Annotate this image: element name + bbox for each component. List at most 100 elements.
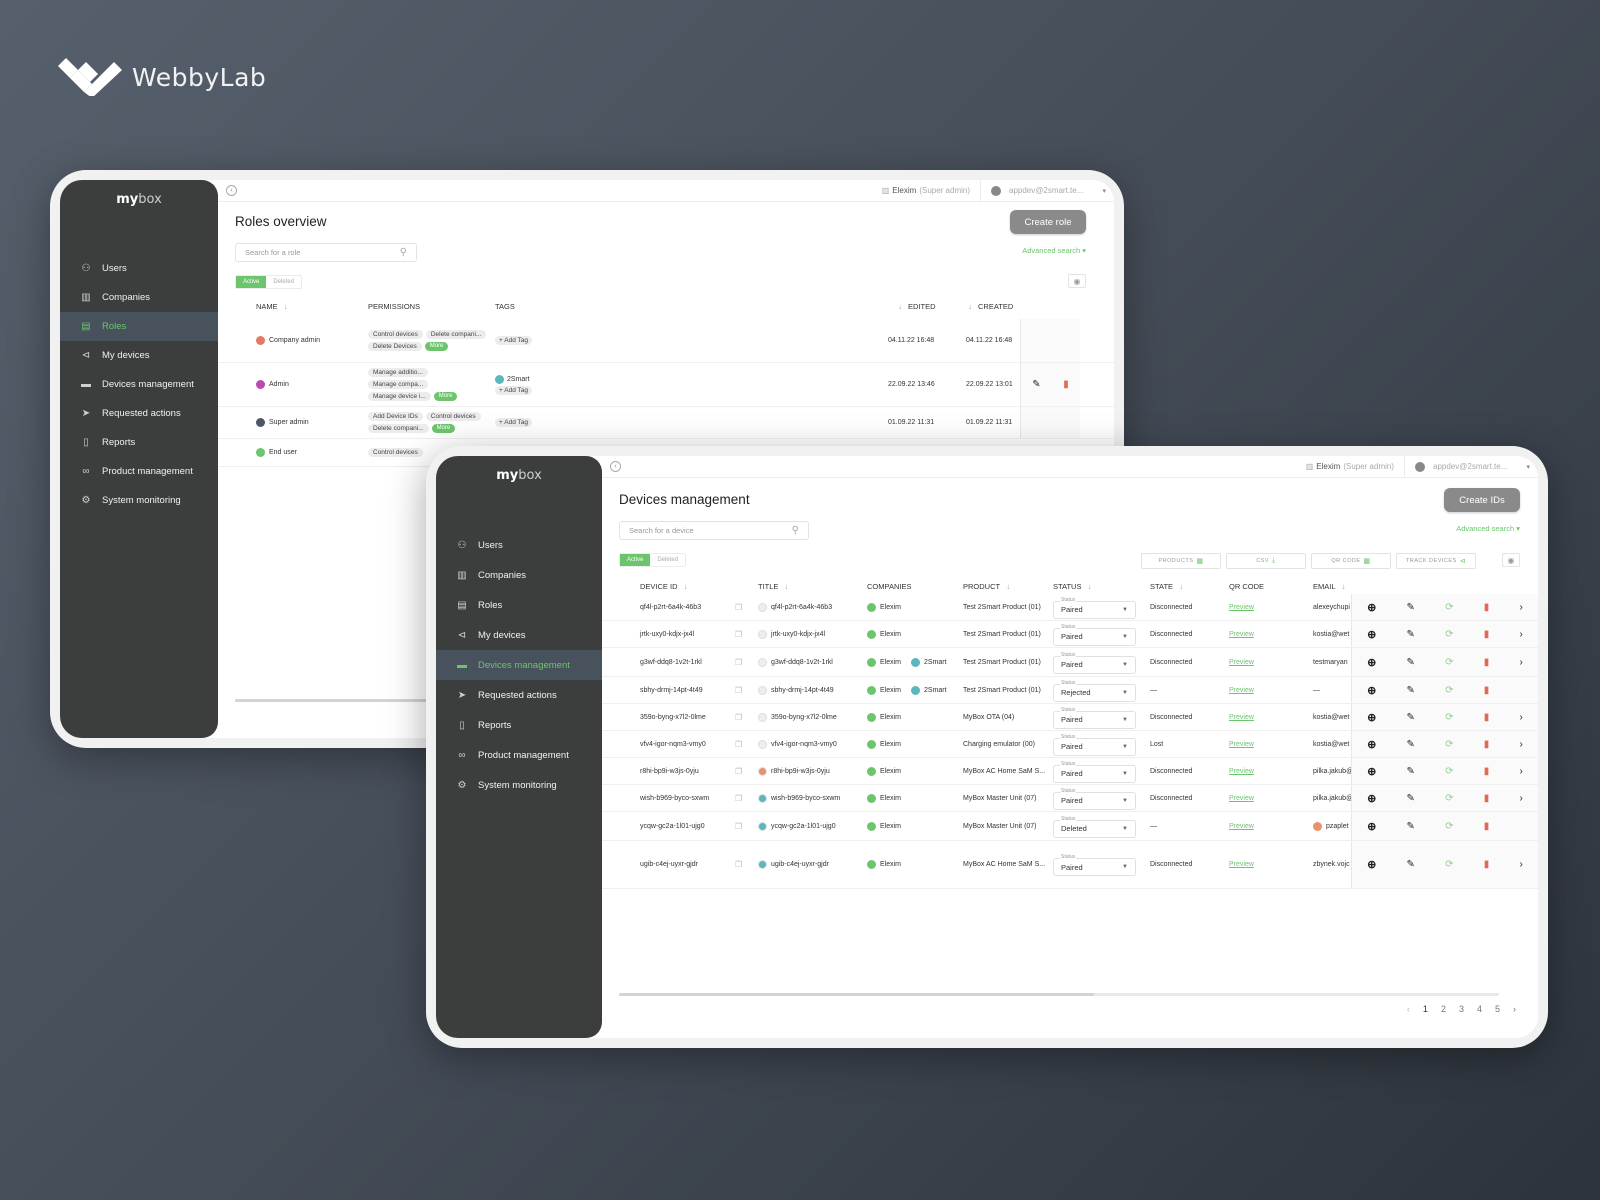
more-permissions-button[interactable]: More <box>433 392 458 401</box>
sidebar-item-roles[interactable]: ▤ Roles <box>60 312 218 341</box>
reset-device-icon[interactable]: ⟳ <box>1445 793 1453 804</box>
pagination-prev[interactable]: ‹ <box>1407 1004 1410 1014</box>
tab-active[interactable]: Active <box>620 554 651 566</box>
sidebar-item-my-devices[interactable]: ⊲ My devices <box>60 341 218 370</box>
qr-preview-link[interactable]: Preview <box>1229 648 1254 676</box>
status-select[interactable]: Status Rejected ▼ <box>1053 679 1136 702</box>
edit-icon[interactable]: ✎ <box>1407 821 1415 832</box>
table-row[interactable]: ugib-c4ej-uyxr-gjdr ❐ ugib-c4ej-uyxr-gjdr E… <box>602 841 1538 889</box>
view-details-icon[interactable]: ⊕ <box>1367 684 1376 697</box>
status-select[interactable]: Status Paired ▼ <box>1053 596 1136 619</box>
qr-preview-link[interactable]: Preview <box>1229 621 1254 647</box>
chevron-right-icon[interactable]: › <box>1520 766 1523 777</box>
reset-device-icon[interactable]: ⟳ <box>1445 629 1453 640</box>
status-select[interactable]: Status Paired ▼ <box>1053 760 1136 783</box>
delete-icon[interactable]: ▮ <box>1484 793 1490 804</box>
chevron-right-icon[interactable]: › <box>1520 859 1523 870</box>
table-row[interactable]: ycqw-gc2a-1l01-ujg0 ❐ ycqw-gc2a-1l01-ujg0 E… <box>602 812 1538 841</box>
edit-icon[interactable]: ✎ <box>1407 657 1415 668</box>
status-select[interactable]: Status Paired ▼ <box>1053 854 1136 876</box>
sidebar-item-system-monitoring[interactable]: ⚙ System monitoring <box>436 770 602 800</box>
view-details-icon[interactable]: ⊕ <box>1367 656 1376 669</box>
table-row[interactable]: Company admin Control devices Delete compa… <box>218 319 1114 363</box>
company-switcher[interactable]: ▥ Elexim (Super admin) <box>1306 456 1405 477</box>
qr-preview-link[interactable]: Preview <box>1229 731 1254 757</box>
horizontal-scrollbar[interactable] <box>619 993 1499 996</box>
table-row[interactable]: r8hi-bp9i-w3js-0yju ❐ r8hi-bp9i-w3js-0yju E… <box>602 758 1538 785</box>
copy-icon[interactable]: ❐ <box>735 677 742 703</box>
sidebar-item-devices-management[interactable]: ▬ Devices management <box>60 370 218 399</box>
table-row[interactable]: g3wf-ddq8-1v2t-1rkl ❐ g3wf-ddq8-1v2t-1rkl E… <box>602 648 1538 677</box>
delete-icon[interactable]: ▮ <box>1484 685 1490 696</box>
table-row[interactable]: qf4l-p2rt-6a4k-46b3 ❐ qf4l-p2rt-6a4k-46b3 E… <box>602 594 1538 621</box>
edit-icon[interactable]: ✎ <box>1407 766 1415 777</box>
view-details-icon[interactable]: ⊕ <box>1367 601 1376 614</box>
sidebar-item-product-management[interactable]: ∞ Product management <box>436 740 602 770</box>
delete-icon[interactable]: ▮ <box>1484 657 1490 668</box>
delete-icon[interactable]: ▮ <box>1484 602 1490 613</box>
column-header-state[interactable]: STATE ↓ <box>1150 582 1183 591</box>
table-row[interactable]: Super admin Add Device IDs Control devices… <box>218 407 1114 439</box>
preview-link[interactable]: Preview <box>1229 714 1254 721</box>
table-row[interactable]: vfv4-igor-nqm3-vmy0 ❐ vfv4-igor-nqm3-vmy0 E… <box>602 731 1538 758</box>
sidebar-item-my-devices[interactable]: ⊲ My devices <box>436 620 602 650</box>
column-header-device-id[interactable]: DEVICE ID ↓ <box>640 582 688 591</box>
column-visibility-button[interactable]: ◉ <box>1502 553 1520 567</box>
edit-icon[interactable]: ✎ <box>1407 602 1415 613</box>
edit-icon[interactable]: ✎ <box>1407 629 1415 640</box>
toolbar-qr-code-button[interactable]: QR CODE ▩ <box>1311 553 1391 569</box>
delete-icon[interactable]: ▮ <box>1484 712 1490 723</box>
table-row[interactable]: 359o-byng-x7l2-0lme ❐ 359o-byng-x7l2-0lme E… <box>602 704 1538 731</box>
chevron-right-icon[interactable]: › <box>1520 629 1523 640</box>
preview-link[interactable]: Preview <box>1229 861 1254 868</box>
pagination-page[interactable]: 5 <box>1495 1004 1500 1014</box>
column-header-edited[interactable]: ↓ EDITED <box>898 302 936 311</box>
table-row[interactable]: sbhy-drmj-14pt-4t49 ❐ sbhy-drmj-14pt-4t49 E… <box>602 677 1538 704</box>
copy-icon[interactable]: ❐ <box>735 785 742 811</box>
preview-link[interactable]: Preview <box>1229 687 1254 694</box>
advanced-search-link[interactable]: Advanced search ▾ <box>1022 246 1086 255</box>
qr-preview-link[interactable]: Preview <box>1229 704 1254 730</box>
tab-deleted[interactable]: Deleted <box>650 554 685 566</box>
reset-device-icon[interactable]: ⟳ <box>1445 739 1453 750</box>
reset-device-icon[interactable]: ⟳ <box>1445 821 1453 832</box>
add-tag-button[interactable]: + Add Tag <box>495 336 532 345</box>
sidebar-item-requested-actions[interactable]: ➤ Requested actions <box>436 680 602 710</box>
copy-icon[interactable]: ❐ <box>735 621 742 647</box>
chevron-right-icon[interactable]: › <box>1520 602 1523 613</box>
edit-icon[interactable]: ✎ <box>1407 739 1415 750</box>
pagination-page[interactable]: 4 <box>1477 1004 1482 1014</box>
status-select[interactable]: Status Paired ▼ <box>1053 733 1136 756</box>
copy-icon[interactable]: ❐ <box>735 731 742 757</box>
role-search-input[interactable]: Search for a role ⚲ <box>235 243 417 262</box>
sidebar-item-reports[interactable]: ▯ Reports <box>436 710 602 740</box>
tab-active[interactable]: Active <box>236 276 267 288</box>
sidebar-item-users[interactable]: ⚇ Users <box>436 530 602 560</box>
preview-link[interactable]: Preview <box>1229 768 1254 775</box>
qr-preview-link[interactable]: Preview <box>1229 758 1254 784</box>
edit-icon[interactable]: ✎ <box>1407 685 1415 696</box>
sidebar-item-devices-management[interactable]: ▬ Devices management <box>436 650 602 680</box>
table-row[interactable]: Admin Manage additio... Manage compa... Man… <box>218 363 1114 407</box>
status-select[interactable]: Status Paired ▼ <box>1053 787 1136 810</box>
column-header-product[interactable]: PRODUCT ↓ <box>963 582 1010 591</box>
sidebar-item-companies[interactable]: ▥ Companies <box>436 560 602 590</box>
reset-device-icon[interactable]: ⟳ <box>1445 766 1453 777</box>
column-header-name[interactable]: NAME ↓ <box>256 302 288 311</box>
delete-icon[interactable]: ▮ <box>1484 821 1490 832</box>
preview-link[interactable]: Preview <box>1229 631 1254 638</box>
qr-preview-link[interactable]: Preview <box>1229 594 1254 620</box>
reset-device-icon[interactable]: ⟳ <box>1445 712 1453 723</box>
pagination-page[interactable]: 3 <box>1459 1004 1464 1014</box>
delete-icon[interactable]: ▮ <box>1484 766 1490 777</box>
sidebar-item-roles[interactable]: ▤ Roles <box>436 590 602 620</box>
edit-icon[interactable]: ✎ <box>1407 793 1415 804</box>
pagination-page[interactable]: 1 <box>1423 1004 1428 1014</box>
pagination-next[interactable]: › <box>1513 1004 1516 1014</box>
create-ids-button[interactable]: Create IDs <box>1444 488 1520 512</box>
user-menu[interactable]: appdev@2smart.te... ▾ <box>981 185 1106 196</box>
status-select[interactable]: Status Paired ▼ <box>1053 623 1136 646</box>
preview-link[interactable]: Preview <box>1229 659 1254 666</box>
qr-preview-link[interactable]: Preview <box>1229 785 1254 811</box>
chevron-right-icon[interactable]: › <box>1520 712 1523 723</box>
